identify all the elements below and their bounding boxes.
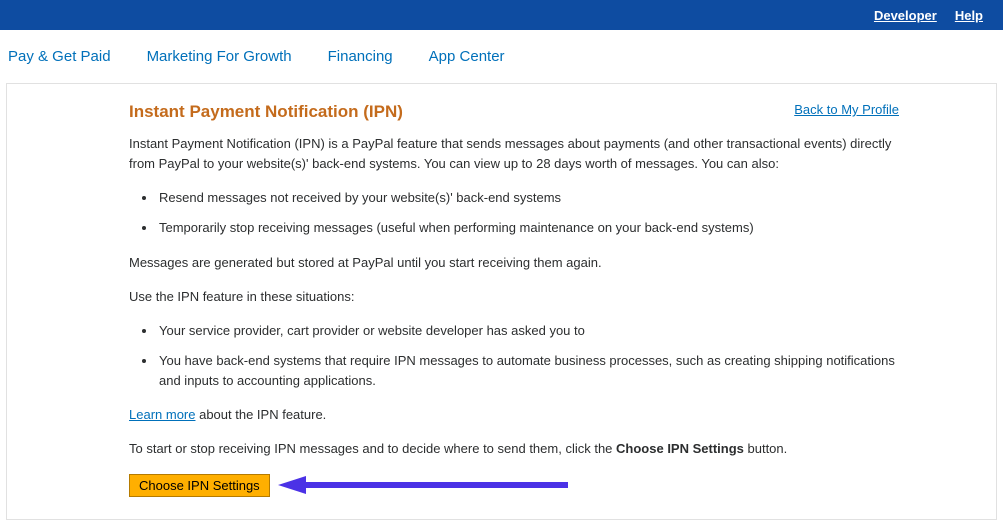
top-bar: Developer Help <box>0 0 1003 30</box>
learn-more-link[interactable]: Learn more <box>129 407 195 422</box>
nav-app-center[interactable]: App Center <box>429 48 505 65</box>
developer-link[interactable]: Developer <box>874 8 937 23</box>
list-item: Your service provider, cart provider or … <box>157 321 899 341</box>
list-item: Resend messages not received by your web… <box>157 188 899 208</box>
main-nav: Pay & Get Paid Marketing For Growth Fina… <box>0 30 1003 83</box>
start-prefix: To start or stop receiving IPN messages … <box>129 441 616 456</box>
start-instruction: To start or stop receiving IPN messages … <box>129 439 899 459</box>
help-link[interactable]: Help <box>955 8 983 23</box>
page-title: Instant Payment Notification (IPN) <box>129 102 403 122</box>
stored-text: Messages are generated but stored at Pay… <box>129 253 899 273</box>
list-item: You have back-end systems that require I… <box>157 351 899 391</box>
choose-ipn-settings-button[interactable]: Choose IPN Settings <box>129 474 270 497</box>
content-panel: Instant Payment Notification (IPN) Back … <box>6 83 997 520</box>
actions-list: Resend messages not received by your web… <box>129 188 899 238</box>
start-suffix: button. <box>744 441 787 456</box>
learn-more-after: about the IPN feature. <box>195 407 326 422</box>
learn-more-line: Learn more about the IPN feature. <box>129 405 899 425</box>
situations-list: Your service provider, cart provider or … <box>129 321 899 391</box>
nav-pay-get-paid[interactable]: Pay & Get Paid <box>8 48 111 65</box>
nav-marketing[interactable]: Marketing For Growth <box>147 48 292 65</box>
choose-ipn-bold: Choose IPN Settings <box>616 441 744 456</box>
arrow-annotation-icon <box>278 474 568 496</box>
nav-financing[interactable]: Financing <box>328 48 393 65</box>
list-item: Temporarily stop receiving messages (use… <box>157 218 899 238</box>
intro-text: Instant Payment Notification (IPN) is a … <box>129 134 899 174</box>
back-to-profile-link[interactable]: Back to My Profile <box>794 102 899 117</box>
use-in-text: Use the IPN feature in these situations: <box>129 287 899 307</box>
